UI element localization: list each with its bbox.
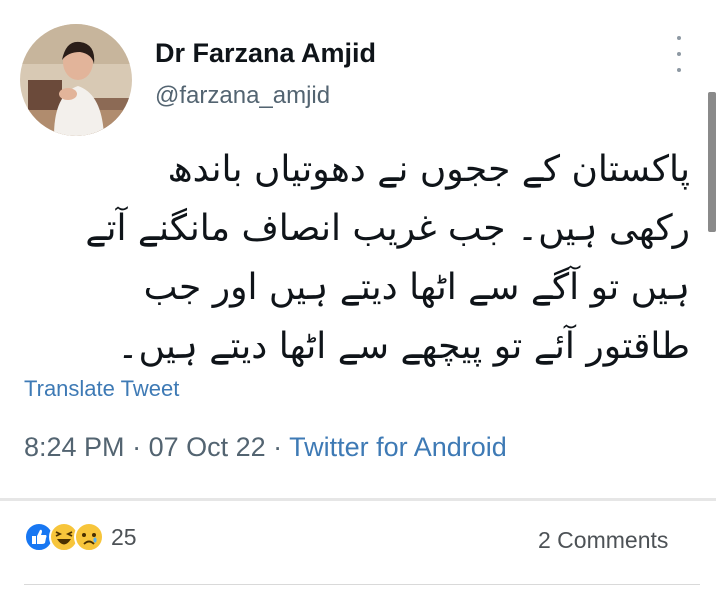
tweet-metadata: 8:24 PM · 07 Oct 22 · Twitter for Androi…	[24, 432, 507, 463]
more-options-icon[interactable]	[672, 36, 686, 72]
tweet-text-line: رکھی ہیں۔ جب غریب انصاف مانگنے آتے	[85, 208, 690, 249]
reaction-count: 25	[111, 523, 137, 550]
meta-separator: ·	[124, 432, 149, 462]
scrollbar[interactable]	[708, 92, 716, 232]
sad-icon	[74, 522, 104, 552]
reactions-summary[interactable]: 25	[24, 522, 137, 552]
handle[interactable]: @farzana_amjid	[155, 82, 330, 110]
tweet-card: Dr Farzana Amjid @farzana_amjid پاکستان …	[0, 0, 716, 500]
tweet-time: 8:24 PM	[24, 432, 125, 462]
display-name[interactable]: Dr Farzana Amjid	[155, 38, 376, 69]
divider	[0, 498, 716, 501]
translate-tweet-link[interactable]: Translate Tweet	[24, 376, 179, 402]
divider	[24, 584, 700, 585]
tweet-text: پاکستان کے ججوں نے دھوتیاں باندھ رکھی ہی…	[30, 140, 690, 376]
avatar[interactable]	[20, 24, 132, 136]
meta-separator: ·	[265, 432, 290, 462]
tweet-text-line: ہیں تو آگے سے اٹھا دیتے ہیں اور جب	[143, 267, 690, 308]
tweet-text-line: پاکستان کے ججوں نے دھوتیاں باندھ	[167, 149, 690, 190]
tweet-date: 07 Oct 22	[148, 432, 266, 462]
tweet-source-link[interactable]: Twitter for Android	[289, 432, 507, 462]
comments-link[interactable]: 2 Comments	[538, 527, 668, 554]
tweet-text-line: طاقتور آئے تو پیچھے سے اٹھا دیتے ہیں۔	[117, 326, 690, 367]
avatar-photo	[20, 24, 132, 136]
